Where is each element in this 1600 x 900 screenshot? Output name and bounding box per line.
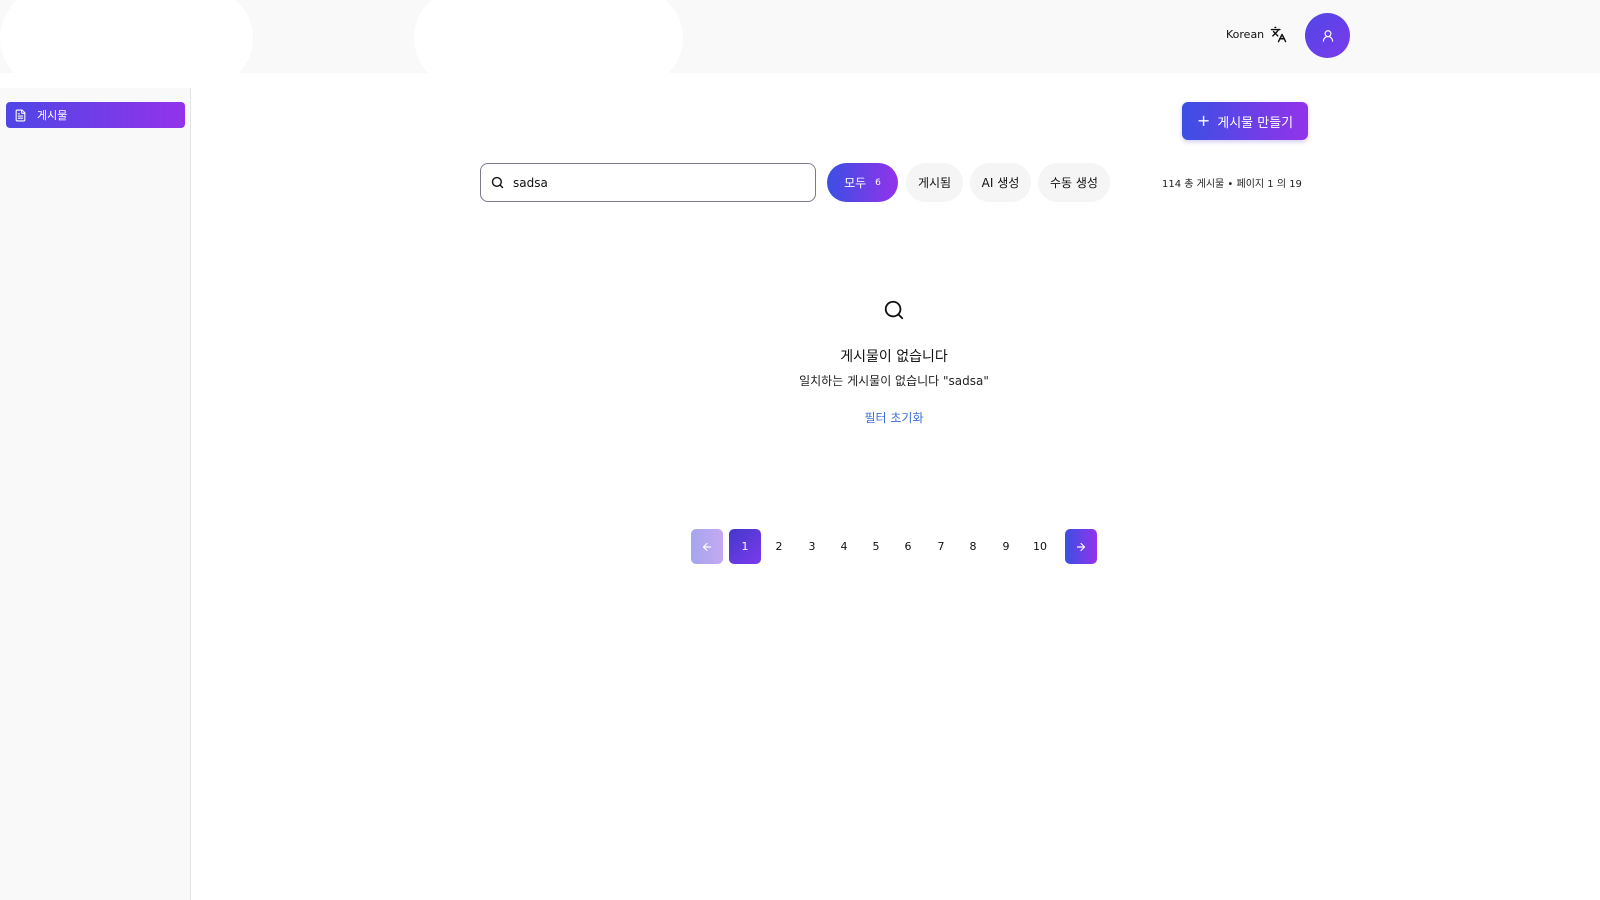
arrow-right-icon	[1076, 542, 1086, 551]
page-button[interactable]: 6	[893, 529, 923, 564]
next-page-button[interactable]	[1065, 529, 1097, 564]
search-icon	[491, 176, 504, 189]
page-button[interactable]: 8	[958, 529, 988, 564]
top-bar: Korean	[0, 0, 1600, 88]
page-button[interactable]: 5	[861, 529, 891, 564]
search-icon	[883, 299, 905, 321]
filter-manual[interactable]: 수동 생성	[1038, 163, 1110, 202]
translate-icon	[1270, 26, 1287, 43]
filter-all[interactable]: 모두 6	[827, 163, 898, 202]
search-input[interactable]	[513, 175, 803, 190]
search-box	[480, 163, 816, 202]
filter-ai-generated[interactable]: AI 생성	[970, 163, 1031, 202]
header-placeholder-center	[414, 0, 683, 88]
previous-page-button[interactable]	[691, 529, 723, 564]
sidebar-item-posts[interactable]: 게시물	[6, 102, 185, 128]
empty-state-message: 일치하는 게시물이 없습니다 "sadsa"	[799, 374, 989, 388]
filter-all-label: 모두	[844, 176, 867, 190]
language-selector[interactable]: Korean	[1226, 26, 1287, 43]
document-icon	[15, 109, 26, 121]
post-count-summary: 114 총 게시물 • 페이지 1 의 19	[1162, 179, 1302, 190]
filter-all-count: 6	[875, 177, 881, 188]
create-post-label: 게시물 만들기	[1217, 115, 1294, 131]
user-avatar-button[interactable]	[1305, 13, 1350, 58]
page-button-current[interactable]: 1	[729, 529, 761, 564]
language-label: Korean	[1226, 28, 1265, 41]
page-button[interactable]: 10	[1025, 529, 1055, 564]
arrow-left-icon	[702, 542, 712, 551]
reset-filters-link[interactable]: 필터 초기화	[794, 409, 994, 426]
page-button[interactable]: 7	[926, 529, 956, 564]
sidebar-item-label: 게시물	[37, 109, 68, 122]
header-placeholder-left	[0, 0, 253, 88]
filter-published[interactable]: 게시됨	[906, 163, 963, 202]
page-button[interactable]: 9	[991, 529, 1021, 564]
page-button[interactable]: 3	[797, 529, 827, 564]
page-button[interactable]: 4	[829, 529, 859, 564]
user-icon	[1322, 29, 1333, 42]
empty-state-title: 게시물이 없습니다	[840, 349, 948, 365]
plus-icon: +	[1196, 111, 1211, 130]
page-button[interactable]: 2	[764, 529, 794, 564]
create-post-button[interactable]: + 게시물 만들기	[1182, 102, 1308, 140]
sidebar: 게시물	[0, 88, 191, 900]
